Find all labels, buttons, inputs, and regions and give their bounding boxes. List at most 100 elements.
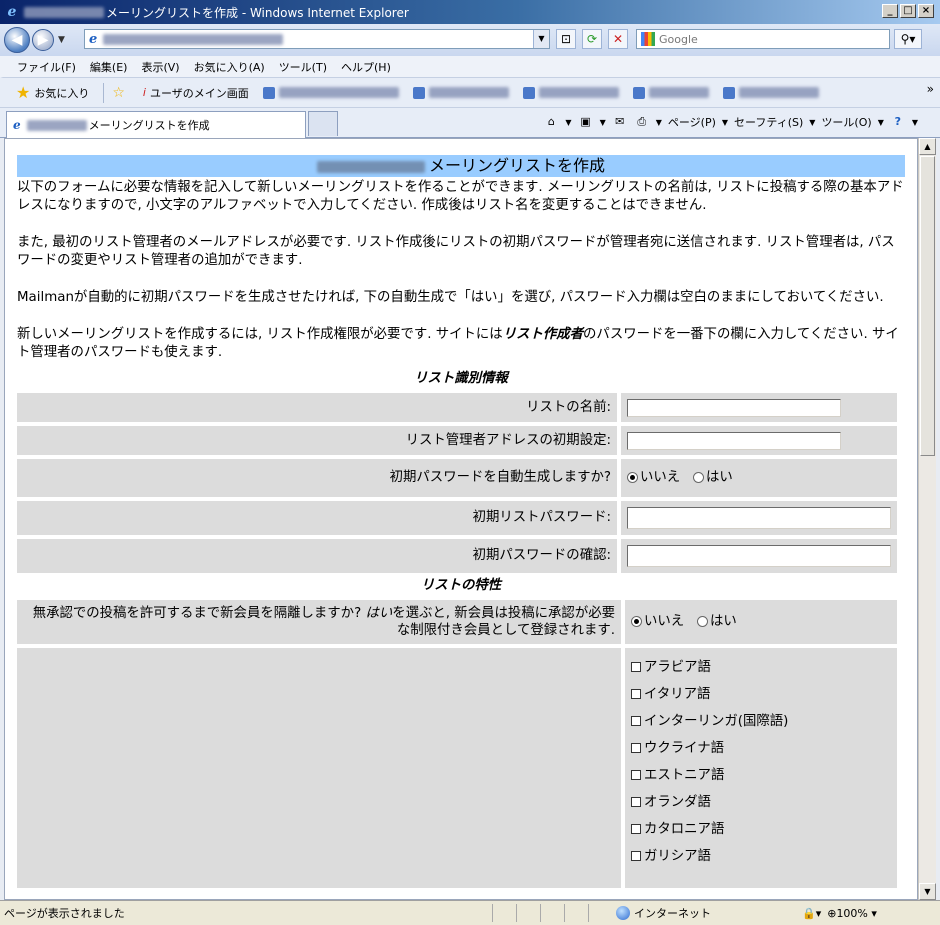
status-text: ページが表示されました <box>4 907 125 920</box>
back-button[interactable]: ◀ <box>4 27 30 53</box>
print-dropdown-icon[interactable]: ▼ <box>656 118 662 127</box>
moderate-no-radio[interactable] <box>631 615 642 627</box>
zoom-control[interactable]: ⊕100% ▾ <box>827 907 877 920</box>
language-checkbox[interactable] <box>631 851 641 861</box>
close-button[interactable]: × <box>918 4 934 18</box>
language-checkbox[interactable] <box>631 770 641 780</box>
tools-menu-dropdown-icon[interactable]: ▼ <box>878 118 884 127</box>
language-item[interactable]: ガリシア語 <box>631 843 891 870</box>
protected-mode-icon[interactable]: 🔒▾ <box>802 907 821 920</box>
menu-favorites[interactable]: お気に入り(A) <box>194 59 265 75</box>
page-title: メーリングリストを作成 <box>17 155 905 177</box>
language-checkbox[interactable] <box>631 716 641 726</box>
search-box[interactable]: Google <box>636 29 890 49</box>
owner-address-input[interactable] <box>627 431 841 450</box>
feeds-icon[interactable]: ▣ <box>578 114 594 130</box>
favorites-overflow-icon[interactable]: » <box>927 82 934 96</box>
row-confirm: 初期パスワードの確認: <box>17 539 897 573</box>
favorite-link-redacted-3[interactable] <box>522 86 619 99</box>
language-checkbox[interactable] <box>631 689 641 699</box>
favorite-link-user-main[interactable]: i ユーザのメイン画面 <box>143 85 249 101</box>
row-list-name: リストの名前: <box>17 393 897 422</box>
safety-menu-dropdown-icon[interactable]: ▼ <box>809 118 815 127</box>
address-bar[interactable]: e ▼ <box>84 29 550 49</box>
page-menu-dropdown-icon[interactable]: ▼ <box>722 118 728 127</box>
redacted-url <box>103 33 284 45</box>
tab-page-icon: e <box>13 118 21 132</box>
autogen-no-label: いいえ <box>640 470 681 485</box>
favorite-link-redacted-1[interactable] <box>262 86 399 99</box>
refresh-icon[interactable]: ⟳ <box>582 29 602 49</box>
language-label: ウクライナ語 <box>644 741 725 756</box>
security-zone[interactable]: インターネット <box>616 905 796 921</box>
history-dropdown-icon[interactable]: ▼ <box>58 35 65 45</box>
language-item[interactable]: インターリンガ(国際語) <box>631 708 891 735</box>
menu-view[interactable]: 表示(V) <box>141 59 179 75</box>
create-list-page: メーリングリストを作成 以下のフォームに必要な情報を記入して新しいメーリングリス… <box>17 155 905 892</box>
menu-file[interactable]: ファイル(F) <box>17 59 76 75</box>
moderate-no-option[interactable]: いいえ <box>631 614 684 629</box>
language-checkbox[interactable] <box>631 743 641 753</box>
stop-icon[interactable]: ✕ <box>608 29 628 49</box>
search-button[interactable]: ⚲▾ <box>894 29 922 49</box>
language-item[interactable]: ウクライナ語 <box>631 735 891 762</box>
language-list: アラビア語 イタリア語 インターリンガ(国際語) ウクライナ語 エストニア語 オ… <box>631 654 891 870</box>
moderate-yes-option[interactable]: はい <box>696 614 737 629</box>
favorites-label: お気に入り <box>34 86 90 100</box>
favorite-link-redacted-2[interactable] <box>412 86 509 99</box>
scroll-down-icon[interactable]: ▼ <box>919 883 936 900</box>
autogen-yes-option[interactable]: はい <box>692 470 733 485</box>
language-checkbox[interactable] <box>631 797 641 807</box>
language-item[interactable]: カタロニア語 <box>631 816 891 843</box>
language-item[interactable]: イタリア語 <box>631 681 891 708</box>
minimize-button[interactable]: _ <box>882 4 898 18</box>
language-item[interactable]: オランダ語 <box>631 789 891 816</box>
home-icon[interactable]: ⌂ <box>543 114 559 130</box>
page-menu[interactable]: ページ(P) <box>668 114 716 130</box>
autogen-no-option[interactable]: いいえ <box>627 470 680 485</box>
scroll-thumb[interactable] <box>920 156 935 456</box>
add-favorite-button[interactable]: ☆ <box>112 85 129 101</box>
language-label: エストニア語 <box>644 768 725 783</box>
help-icon[interactable]: ? <box>890 114 906 130</box>
languages-label-cell <box>17 648 621 888</box>
p4-emphasis: リスト作成者 <box>502 327 584 342</box>
language-checkbox[interactable] <box>631 662 641 672</box>
list-name-input[interactable] <box>627 398 841 417</box>
compatibility-icon[interactable]: ⊡ <box>556 29 576 49</box>
address-dropdown-icon[interactable]: ▼ <box>533 30 549 48</box>
favorite-link-redacted-4[interactable] <box>632 86 709 99</box>
menu-help[interactable]: ヘルプ(H) <box>341 59 391 75</box>
autogen-no-radio[interactable] <box>627 471 638 483</box>
home-dropdown-icon[interactable]: ▼ <box>565 118 571 127</box>
moderate-yes-radio[interactable] <box>696 615 708 627</box>
language-item[interactable]: アラビア語 <box>631 654 891 681</box>
password-input[interactable] <box>627 507 891 529</box>
language-item[interactable]: エストニア語 <box>631 762 891 789</box>
print-icon[interactable]: ⎙ <box>634 114 650 130</box>
forward-button[interactable]: ▶ <box>32 29 54 51</box>
menu-edit[interactable]: 編集(E) <box>90 59 128 75</box>
safety-menu[interactable]: セーフティ(S) <box>734 114 803 130</box>
language-checkbox[interactable] <box>631 824 641 834</box>
feeds-dropdown-icon[interactable]: ▼ <box>600 118 606 127</box>
maximize-button[interactable]: □ <box>900 4 916 18</box>
help-dropdown-icon[interactable]: ▼ <box>912 118 918 127</box>
confirm-input[interactable] <box>627 545 891 567</box>
language-label: インターリンガ(国際語) <box>644 714 789 729</box>
favorite-link-redacted-5[interactable] <box>722 86 819 99</box>
star-icon: ★ <box>16 83 31 102</box>
vertical-scrollbar[interactable]: ▲ ▼ <box>918 138 936 900</box>
menu-tools[interactable]: ツール(T) <box>279 59 327 75</box>
tools-menu[interactable]: ツール(O) <box>821 114 871 130</box>
intro-paragraph-1: 以下のフォームに必要な情報を記入して新しいメーリングリストを作ることができます.… <box>17 180 904 213</box>
mail-icon[interactable]: ✉ <box>612 114 628 130</box>
characteristics-table: 無承認での投稿を許可するまで新会員を隔離しますか? はいを選ぶと, 新会員は投稿… <box>13 596 901 892</box>
moderate-cell: いいえ はい <box>625 600 897 644</box>
tab-active[interactable]: e メーリングリストを作成 <box>6 111 306 138</box>
new-tab-button[interactable] <box>308 111 338 136</box>
list-name-cell <box>621 393 897 422</box>
scroll-up-icon[interactable]: ▲ <box>919 138 936 155</box>
favorites-button[interactable]: ★ お気に入り <box>16 83 89 102</box>
autogen-yes-radio[interactable] <box>692 471 704 483</box>
